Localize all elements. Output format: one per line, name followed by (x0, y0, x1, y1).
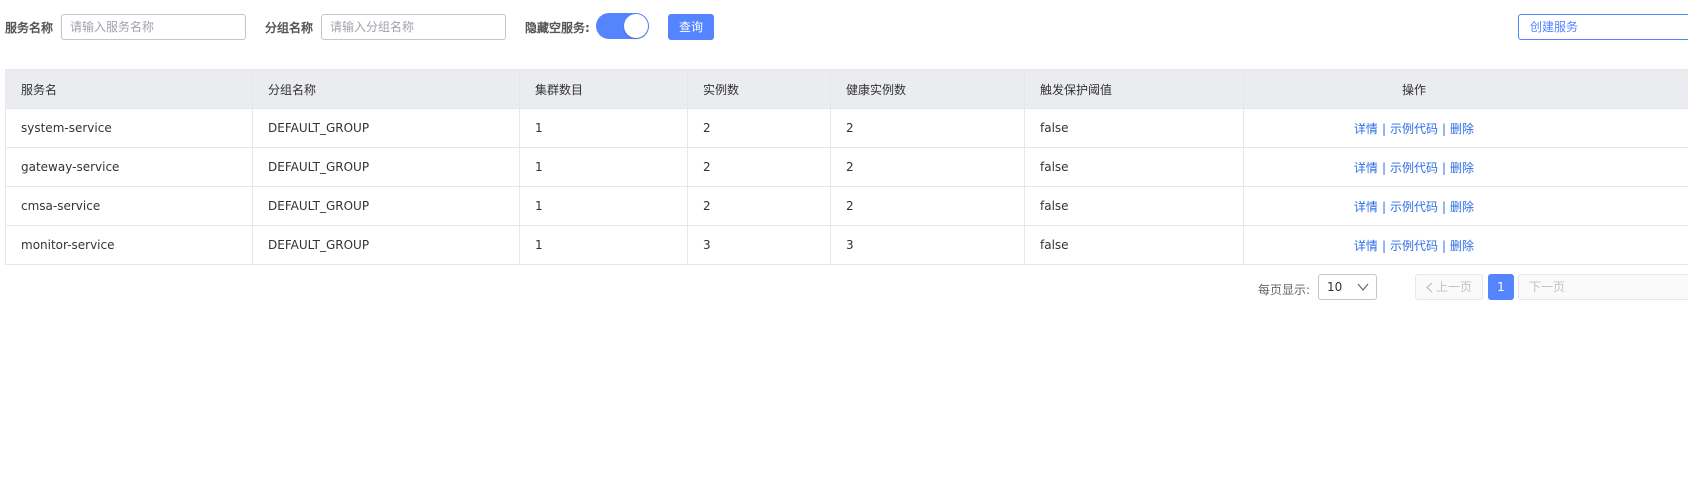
action-separator: | (1442, 238, 1447, 253)
prev-page-label: 上一页 (1436, 280, 1473, 294)
service-name-input[interactable] (61, 14, 246, 40)
table-row: gateway-service DEFAULT_GROUP 1 2 2 fals… (5, 147, 1688, 187)
group-name-label: 分组名称 (265, 21, 314, 35)
next-page-label: 下一页 (1529, 280, 1566, 294)
table-row: system-service DEFAULT_GROUP 1 2 2 false… (5, 108, 1688, 148)
cell-instances: 2 (687, 186, 831, 226)
cell-instances: 3 (687, 225, 831, 265)
service-table: 服务名 分组名称 集群数目 实例数 健康实例数 触发保护阈值 操作 system… (5, 69, 1688, 265)
sample-code-link[interactable]: 示例代码 (1390, 239, 1438, 253)
sample-code-link[interactable]: 示例代码 (1390, 200, 1438, 214)
cell-ops: 详情 | 示例代码 | 删除 (1243, 108, 1688, 148)
action-separator: | (1381, 121, 1386, 136)
cell-ops: 详情 | 示例代码 | 删除 (1243, 186, 1688, 226)
cell-clusters: 1 (519, 186, 688, 226)
table-row: monitor-service DEFAULT_GROUP 1 3 3 fals… (5, 225, 1688, 265)
col-header-group[interactable]: 分组名称 (252, 69, 520, 109)
cell-healthy: 2 (830, 108, 1025, 148)
action-separator: | (1442, 121, 1447, 136)
delete-link[interactable]: 删除 (1450, 239, 1474, 253)
cell-instances: 2 (687, 147, 831, 187)
hide-empty-label: 隐藏空服务: (525, 21, 590, 35)
query-button[interactable]: 查询 (668, 14, 714, 40)
sample-code-link[interactable]: 示例代码 (1390, 122, 1438, 136)
cell-threshold: false (1024, 147, 1244, 187)
cell-group: DEFAULT_GROUP (252, 186, 520, 226)
cell-service: gateway-service (5, 147, 253, 187)
col-header-healthy[interactable]: 健康实例数 (830, 69, 1025, 109)
action-separator: | (1381, 160, 1386, 175)
cell-threshold: false (1024, 225, 1244, 265)
page-size-value: 10 (1327, 280, 1343, 294)
service-list-page: 服务名称 分组名称 隐藏空服务: 查询 创建服务 服务名 分组名称 集群数目 实… (0, 0, 1688, 489)
col-header-instances[interactable]: 实例数 (687, 69, 831, 109)
delete-link[interactable]: 删除 (1450, 161, 1474, 175)
chevron-down-icon (1357, 283, 1369, 291)
cell-service: system-service (5, 108, 253, 148)
create-service-button[interactable]: 创建服务 (1518, 14, 1688, 40)
chevron-left-icon (1426, 282, 1433, 293)
sample-code-link[interactable]: 示例代码 (1390, 161, 1438, 175)
cell-ops: 详情 | 示例代码 | 删除 (1243, 147, 1688, 187)
group-name-input[interactable] (321, 14, 506, 40)
cell-group: DEFAULT_GROUP (252, 225, 520, 265)
cell-healthy: 2 (830, 147, 1025, 187)
page-1-button[interactable]: 1 (1488, 274, 1514, 300)
table-header-row: 服务名 分组名称 集群数目 实例数 健康实例数 触发保护阈值 操作 (5, 69, 1688, 109)
cell-clusters: 1 (519, 147, 688, 187)
action-separator: | (1442, 160, 1447, 175)
cell-healthy: 3 (830, 225, 1025, 265)
table-row: cmsa-service DEFAULT_GROUP 1 2 2 false 详… (5, 186, 1688, 226)
service-name-label: 服务名称 (5, 21, 54, 35)
cell-group: DEFAULT_GROUP (252, 108, 520, 148)
col-header-service[interactable]: 服务名 (5, 69, 253, 109)
prev-page-button[interactable]: 上一页 (1415, 274, 1483, 300)
cell-instances: 2 (687, 108, 831, 148)
cell-threshold: false (1024, 108, 1244, 148)
cell-threshold: false (1024, 186, 1244, 226)
action-separator: | (1442, 199, 1447, 214)
cell-service: monitor-service (5, 225, 253, 265)
cell-healthy: 2 (830, 186, 1025, 226)
col-header-threshold[interactable]: 触发保护阈值 (1024, 69, 1244, 109)
action-separator: | (1381, 238, 1386, 253)
cell-ops: 详情 | 示例代码 | 删除 (1243, 225, 1688, 265)
toggle-knob (624, 14, 648, 38)
cell-group: DEFAULT_GROUP (252, 147, 520, 187)
detail-link[interactable]: 详情 (1354, 122, 1378, 136)
delete-link[interactable]: 删除 (1450, 200, 1474, 214)
detail-link[interactable]: 详情 (1354, 200, 1378, 214)
cell-service: cmsa-service (5, 186, 253, 226)
hide-empty-toggle[interactable] (596, 13, 649, 39)
detail-link[interactable]: 详情 (1354, 161, 1378, 175)
cell-clusters: 1 (519, 225, 688, 265)
page-size-select[interactable]: 10 (1318, 274, 1377, 300)
col-header-ops: 操作 (1243, 69, 1688, 109)
delete-link[interactable]: 删除 (1450, 122, 1474, 136)
action-separator: | (1381, 199, 1386, 214)
next-page-button[interactable]: 下一页 (1518, 274, 1688, 300)
page-size-label: 每页显示: (1258, 283, 1311, 297)
cell-clusters: 1 (519, 108, 688, 148)
ops-header-label: 操作 (1401, 82, 1426, 97)
detail-link[interactable]: 详情 (1354, 239, 1378, 253)
col-header-clusters[interactable]: 集群数目 (519, 69, 688, 109)
